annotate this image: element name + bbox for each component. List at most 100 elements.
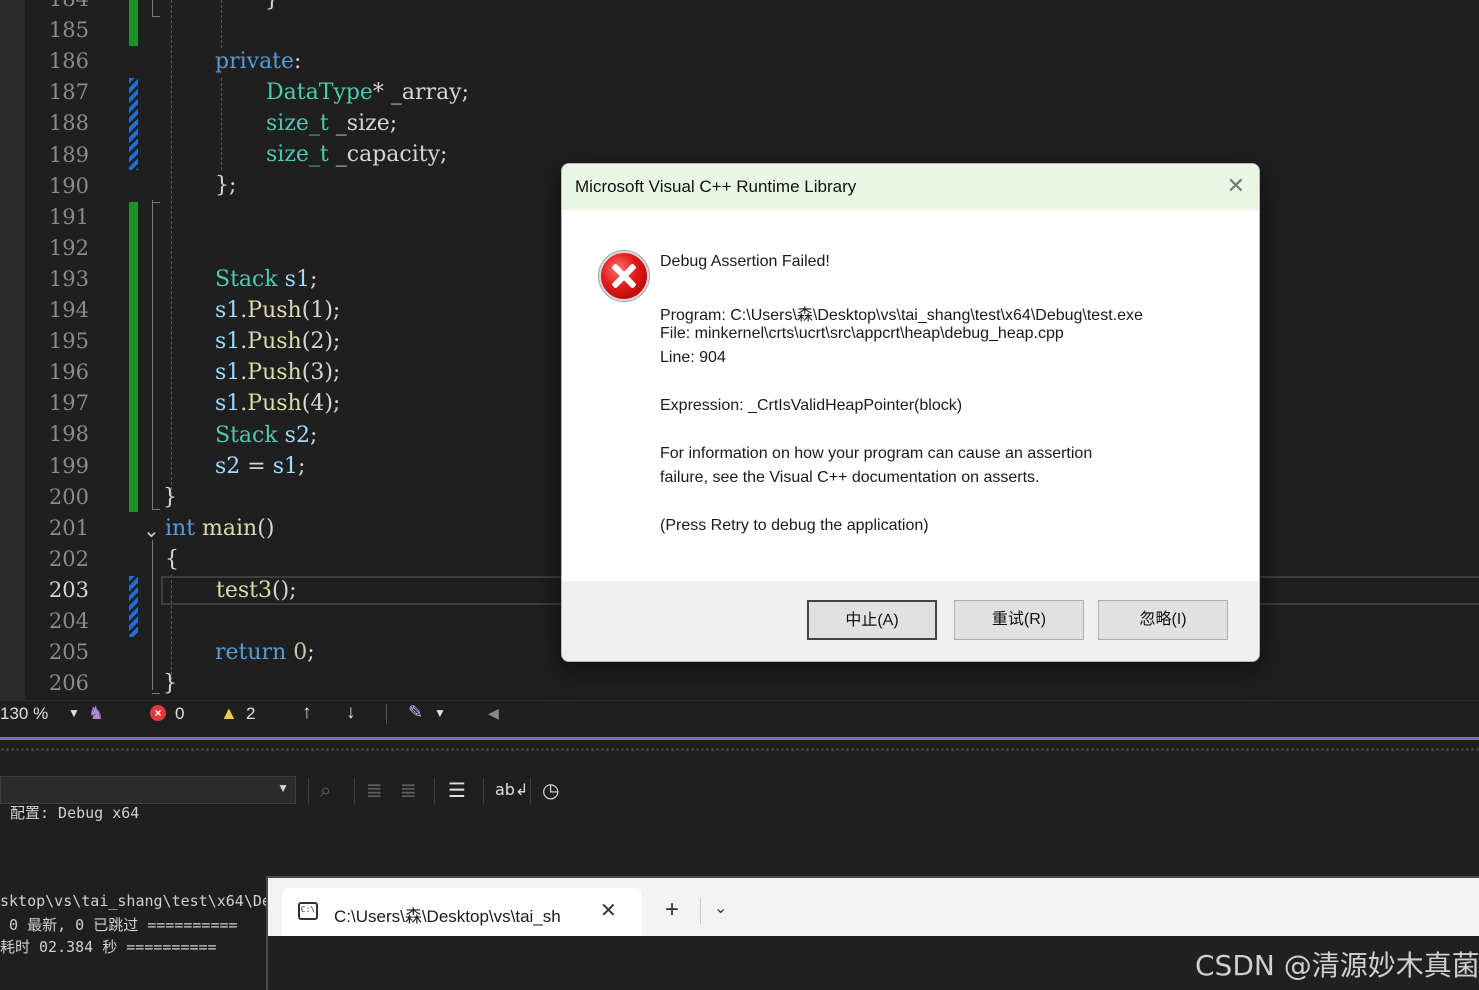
change-marker-saved bbox=[129, 202, 138, 512]
indent-guide bbox=[171, 0, 172, 495]
ignore-button[interactable]: 忽略(I) bbox=[1098, 600, 1228, 640]
toolbar-separator bbox=[483, 778, 484, 804]
panel-splitter[interactable] bbox=[0, 735, 1479, 761]
output-line: 耗时 02.384 秒 ========== bbox=[0, 938, 217, 956]
code-line-198: Stack s2; bbox=[215, 423, 318, 448]
assertion-dialog: Microsoft Visual C++ Runtime Library ✕ D… bbox=[561, 163, 1260, 662]
line-number: 198 bbox=[48, 422, 89, 447]
scroll-left-icon[interactable]: ◀ bbox=[488, 705, 499, 722]
line-number: 196 bbox=[48, 360, 89, 385]
line-number: 200 bbox=[48, 484, 89, 509]
line-number: 197 bbox=[48, 391, 89, 416]
code-line-196: s1.Push(3); bbox=[215, 360, 341, 385]
code-line-200: } bbox=[163, 485, 177, 510]
code-line-195: s1.Push(2); bbox=[215, 329, 341, 354]
line-number: 192 bbox=[48, 235, 89, 260]
dialog-title-bar: Microsoft Visual C++ Runtime Library ✕ bbox=[562, 164, 1259, 210]
line-number: 188 bbox=[48, 111, 89, 136]
close-icon[interactable]: ✕ bbox=[1227, 174, 1245, 199]
tab-separator bbox=[700, 898, 701, 924]
line-number: 199 bbox=[48, 453, 89, 478]
cleanup-dropdown-icon[interactable]: ▼ bbox=[434, 706, 446, 720]
change-marker-saved bbox=[129, 0, 138, 46]
outline-line bbox=[152, 540, 153, 690]
change-marker-unsaved bbox=[129, 576, 138, 637]
arrow-down-icon[interactable]: ↓ bbox=[346, 702, 356, 724]
toolbar-separator bbox=[354, 778, 355, 804]
output-line: 配置: Debug x64 bbox=[10, 804, 140, 822]
program-path: Program: C:\Users\森\Desktop\vs\tai_shang… bbox=[660, 307, 1143, 324]
next-message-icon[interactable]: ≣ bbox=[400, 778, 417, 802]
clock-icon[interactable]: ◷ bbox=[542, 778, 559, 802]
outline-tick bbox=[152, 202, 160, 203]
error-icon bbox=[599, 251, 649, 301]
output-source-select[interactable]: ▼ bbox=[0, 776, 296, 804]
toolbar-separator bbox=[530, 778, 531, 804]
outline-line bbox=[152, 200, 153, 510]
code-line-186: private: bbox=[215, 49, 302, 74]
new-tab-button[interactable]: + bbox=[665, 896, 679, 924]
code-line-184: } bbox=[265, 0, 279, 15]
dialog-title: Microsoft Visual C++ Runtime Library bbox=[575, 177, 857, 196]
output-line: 0 最新, 0 已跳过 ========== bbox=[0, 916, 238, 934]
find-message-icon[interactable]: ⌕ bbox=[320, 778, 331, 802]
fold-chevron-icon[interactable]: ⌄ bbox=[143, 518, 160, 542]
line-number: 206 bbox=[48, 671, 89, 696]
warning-count[interactable]: 2 bbox=[246, 704, 255, 724]
expression: Expression: _CrtIsValidHeapPointer(block… bbox=[660, 397, 963, 414]
terminal-tab-bar: C:\ C:\Users\森\Desktop\vs\tai_sh ✕ + ⌄ bbox=[268, 878, 1479, 936]
error-icon[interactable]: × bbox=[150, 705, 166, 721]
error-count[interactable]: 0 bbox=[175, 704, 184, 724]
code-line-193: Stack s1; bbox=[215, 267, 318, 292]
prev-message-icon[interactable]: ≣ bbox=[366, 778, 383, 802]
splitter-grip bbox=[0, 747, 1479, 753]
code-line-188: size_t _size; bbox=[266, 111, 398, 136]
clear-all-icon[interactable]: ☰ bbox=[448, 778, 466, 802]
arrow-up-icon[interactable]: ↑ bbox=[302, 702, 312, 724]
line-number: Line: 904 bbox=[660, 349, 726, 366]
warning-icon[interactable]: ▲ bbox=[220, 703, 238, 724]
line-number: 187 bbox=[48, 80, 89, 105]
output-line: sktop\vs\tai_shang\test\x64\De bbox=[0, 892, 270, 910]
copilot-icon[interactable]: ♞ bbox=[88, 703, 104, 724]
change-marker-unsaved bbox=[129, 78, 138, 170]
assertion-heading: Debug Assertion Failed! bbox=[660, 253, 830, 270]
abort-button[interactable]: 中止(A) bbox=[807, 600, 937, 640]
chevron-down-icon[interactable]: ⌄ bbox=[714, 898, 727, 918]
close-icon[interactable]: ✕ bbox=[600, 898, 617, 923]
line-number: 190 bbox=[48, 173, 89, 198]
code-line-194: s1.Push(1); bbox=[215, 298, 341, 323]
word-wrap-icon[interactable]: ab↲ bbox=[495, 780, 528, 799]
code-line-205: return 0; bbox=[215, 640, 315, 665]
retry-hint: (Press Retry to debug the application) bbox=[660, 517, 929, 534]
line-number: 203 bbox=[48, 577, 89, 602]
line-number: 186 bbox=[48, 49, 89, 74]
code-line-199: s2 = s1; bbox=[215, 454, 306, 479]
toolbar-separator bbox=[434, 778, 435, 804]
editor-status-bar: 130 % ▼ ♞ × 0 ▲ 2 ↑ ↓ ✎ ▼ ◀ bbox=[0, 700, 1479, 727]
zoom-dropdown-icon[interactable]: ▼ bbox=[68, 706, 80, 720]
watermark: CSDN @清源妙木真菌 bbox=[1195, 949, 1479, 982]
code-line-189: size_t _capacity; bbox=[266, 142, 448, 167]
line-number: 184 bbox=[19, 0, 89, 15]
dialog-body: Debug Assertion Failed! Program: C:\User… bbox=[562, 210, 1259, 581]
dialog-button-bar: 中止(A) 重试(R) 忽略(I) bbox=[562, 581, 1259, 661]
output-pane[interactable]: 配置: Debug x64 sktop\vs\tai_shang\test\x6… bbox=[0, 802, 270, 988]
zoom-level[interactable]: 130 % bbox=[0, 704, 48, 724]
line-number: 193 bbox=[48, 266, 89, 291]
outline-line bbox=[152, 0, 153, 16]
line-number: 191 bbox=[48, 204, 89, 229]
code-line-187: DataType* _array; bbox=[266, 80, 470, 105]
outline-tick bbox=[152, 693, 160, 694]
indent-guide bbox=[221, 78, 222, 170]
code-line-201: int main() bbox=[165, 516, 275, 541]
info-text-1: For information on how your program can … bbox=[660, 445, 1093, 462]
outline-tick bbox=[152, 509, 160, 510]
chevron-down-icon: ▼ bbox=[277, 781, 289, 795]
console-icon: C:\ bbox=[298, 902, 318, 920]
terminal-tab[interactable]: C:\ C:\Users\森\Desktop\vs\tai_sh ✕ bbox=[282, 888, 642, 936]
code-cleanup-brush-icon[interactable]: ✎ bbox=[408, 702, 423, 723]
line-number: 185 bbox=[48, 18, 89, 43]
retry-button[interactable]: 重试(R) bbox=[954, 600, 1084, 640]
indent-guide bbox=[221, 0, 222, 48]
